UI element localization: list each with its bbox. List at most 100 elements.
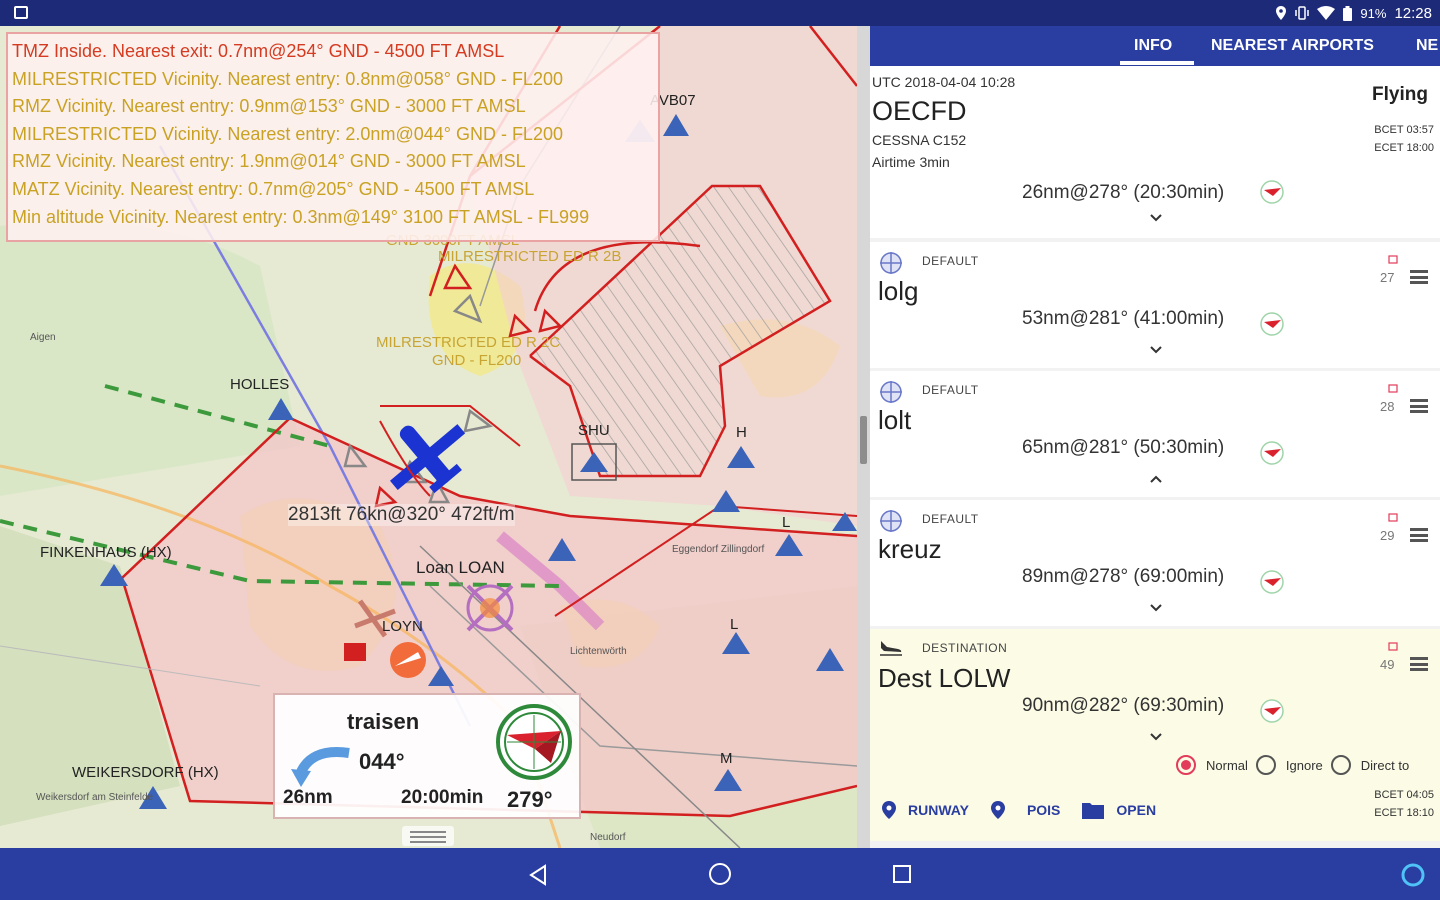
map-label-holles: HOLLES [230,376,290,393]
battery-icon [1343,5,1353,21]
open-button[interactable]: OPEN [1116,802,1156,818]
next-waypoint-name: traisen [347,709,420,734]
map-pin-icon[interactable] [882,801,896,819]
waypoint-nav: 65nm@281° (50:30min) [1022,437,1225,458]
waypoint-card[interactable]: DEFAULT lolt 65nm@281° (50:30min) 28 [870,371,1440,497]
airspace-warnings-panel[interactable]: TMZ Inside. Nearest exit: 0.7nm@254° GND… [6,32,660,242]
waypoint-tag: DESTINATION [922,641,1008,655]
airspace-warning-line: MILRESTRICTED Vicinity. Nearest entry: 2… [12,123,563,144]
split-divider[interactable] [857,26,870,848]
waypoint-tag: DEFAULT [922,383,979,397]
active-tab-indicator [1120,61,1194,65]
notification-app-icon [14,6,28,19]
turn-arrow-icon [291,747,350,787]
town-label-aigen: Aigen [30,332,56,343]
destination-actions: RUNWAY POIS OPEN [882,801,1178,819]
clock: 12:28 [1394,4,1432,22]
town-label-lichtenwoerth: Lichtenwörth [570,646,627,657]
waypoint-name: kreuz [878,534,942,564]
airfield-label-finkenhaus: FINKENHAUS (HX) [40,544,172,561]
drag-handle-icon[interactable] [1410,657,1428,671]
airspace-warning-line: RMZ Vicinity. Nearest entry: 0.9nm@153° … [12,96,526,117]
waypoint-number: 28 [1380,399,1395,414]
drag-handle-icon[interactable] [1410,399,1428,413]
airspace-label-gnd: GND - FL200 [432,352,522,369]
utc-time: UTC 2018-04-04 10:28 [872,74,1016,90]
waypoint-number: 27 [1380,270,1395,285]
radio-direct-to[interactable] [1330,755,1351,775]
airspace-label-milrestricted: MILRESTRICTED ED R 2C [376,334,561,351]
divider-grip[interactable] [860,416,867,464]
radio-normal[interactable] [1176,755,1196,775]
bearing-arrow-icon [1260,570,1284,594]
wifi-icon [1317,6,1336,20]
flight-state: Flying [1372,84,1428,105]
assistant-icon[interactable] [1400,862,1426,888]
bearing-arrow-icon [1260,180,1284,204]
waypoint-ete: 20:00min [401,787,484,808]
vibrate-icon [1295,6,1310,20]
calendar-icon [1388,255,1398,264]
calendar-icon [1388,642,1398,651]
back-icon[interactable] [528,864,548,886]
airspace-label-milrestricted-2: MILRESTRICTED ED R 2B [438,248,622,265]
calendar-icon [1388,513,1398,522]
chevron-down-icon[interactable] [1150,214,1162,222]
bearing-arrow-icon [1260,312,1284,336]
tab-bar: INFO NEAREST AIRPORTS NE [870,26,1440,66]
airfield-label-weikersdorf: WEIKERSDORF (HX) [72,764,219,781]
runway-button[interactable]: RUNWAY [908,802,969,818]
waypoint-name: lolg [878,276,919,306]
radio-direct-to-label: Direct to [1360,757,1410,773]
waypoint-number: 29 [1380,528,1395,543]
chevron-down-icon[interactable] [1150,733,1162,741]
location-icon [1276,6,1287,20]
drawer-handle-icon[interactable] [402,824,454,846]
radio-ignore[interactable] [1255,755,1276,775]
waypoint-card[interactable]: DEFAULT lolg 53nm@281° (41:00min) 27 [870,242,1440,368]
moving-map[interactable]: MILRESTRICTED ED R 2C GND - FL200 GND 30… [0,26,857,848]
map-pin-icon[interactable] [990,801,1005,819]
navigation-card[interactable]: traisen 044° 26nm 20:00min 279° [273,693,581,819]
bearing-compass-icon [496,704,572,780]
map-label-m: M [720,750,733,767]
waypoint-tag: DEFAULT [922,512,979,526]
pois-button[interactable]: POIS [1027,802,1060,818]
calendar-icon [1388,384,1398,393]
chevron-down-icon[interactable] [1150,346,1162,354]
map-label-shu: SHU [578,422,610,439]
destination-nav: 90nm@282° (69:30min) [1022,695,1225,716]
tab-nearest-airports[interactable]: NEAREST AIRPORTS [1211,26,1374,66]
folder-icon[interactable] [1082,801,1105,819]
waypoint-crosshair-icon [880,510,902,532]
chevron-up-icon[interactable] [1150,475,1162,483]
battery-percent: 91% [1360,5,1387,21]
bcet-time: BCET 04:05 [1374,789,1434,801]
waypoint-tag: DEFAULT [922,254,979,268]
airtime: Airtime 3min [872,154,950,170]
flight-info-card[interactable]: UTC 2018-04-04 10:28 OECFD CESSNA C152 A… [870,66,1440,238]
airport-label-loan: Loan LOAN [416,558,505,577]
airspace-warning-line: TMZ Inside. Nearest exit: 0.7nm@254° GND… [12,41,505,61]
town-label-neudorf: Neudorf [590,832,626,843]
airspace-warning-line: MATZ Vicinity. Nearest entry: 0.7nm@205°… [12,178,535,199]
home-icon[interactable] [708,862,732,886]
airspace-warning-line: MILRESTRICTED Vicinity. Nearest entry: 0… [12,68,563,89]
waypoint-nav: 89nm@278° (69:00min) [1022,566,1225,587]
tab-info[interactable]: INFO [1134,26,1172,66]
waypoint-distance: 26nm [283,787,333,808]
system-nav-bar [0,848,1440,900]
waypoint-nav: 53nm@281° (41:00min) [1022,308,1225,329]
flight-info-panel: INFO NEAREST AIRPORTS NE UTC 2018-04-04 … [870,26,1440,848]
radio-ignore-label: Ignore [1285,757,1323,773]
chevron-down-icon[interactable] [1150,604,1162,612]
map-label-l1: L [730,616,739,633]
waypoint-course: 279° [507,787,553,812]
destination-card[interactable]: DESTINATION Dest LOLW 90nm@282° (69:30mi… [870,629,1440,841]
drag-handle-icon[interactable] [1410,528,1428,542]
recents-icon[interactable] [892,864,912,884]
drag-handle-icon[interactable] [1410,270,1428,284]
tab-next-partial[interactable]: NE [1416,26,1438,66]
bcet-time: BCET 03:57 [1374,124,1434,136]
waypoint-card[interactable]: DEFAULT kreuz 89nm@278° (69:00min) 29 [870,500,1440,626]
